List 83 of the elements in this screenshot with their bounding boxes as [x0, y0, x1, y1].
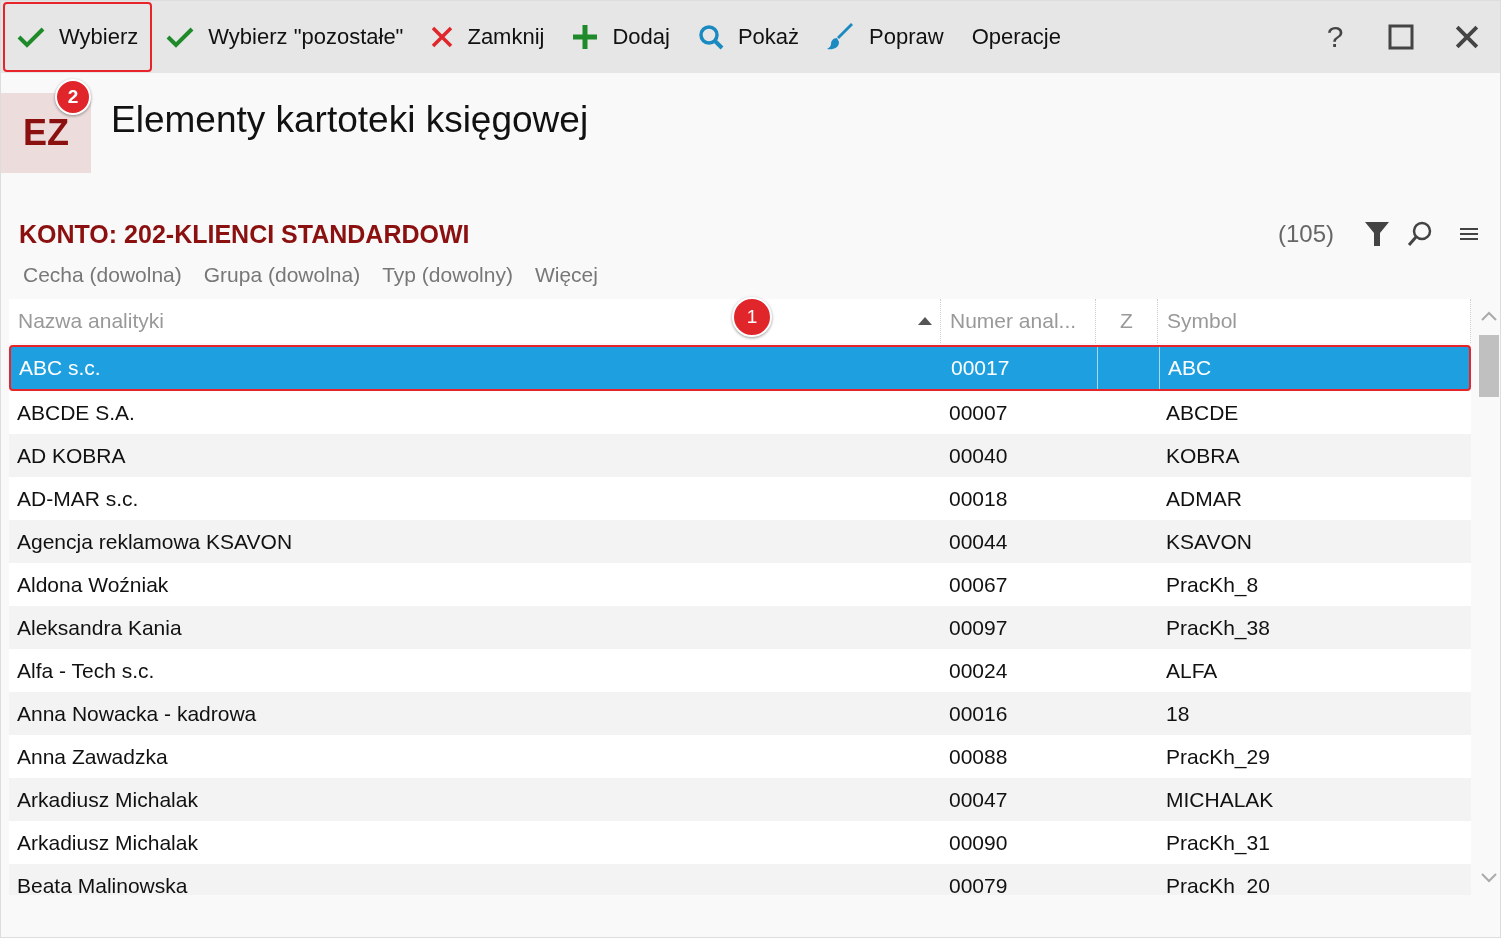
- search-icon: [1406, 220, 1434, 248]
- table-cell-text: PracKh_20: [1165, 872, 1271, 895]
- toolbar-button[interactable]: Popraw: [813, 2, 958, 72]
- section-heading: KONTO: 202-KLIENCI STANDARDOWI: [19, 219, 471, 249]
- table-cell-text: Beata Malinowska: [16, 872, 189, 895]
- table-cell-text: Agencja reklamowa KSAVON: [16, 528, 294, 555]
- check-icon: [17, 26, 45, 48]
- filter-link[interactable]: Typ (dowolny): [382, 263, 513, 297]
- table-cell-text: 00047: [948, 786, 1009, 813]
- check-icon: [166, 26, 195, 48]
- table-cell-text: 00090: [948, 829, 1009, 856]
- table-cell-text: AD KOBRA: [16, 442, 127, 469]
- table-row[interactable]: Anna Zawadzka 00088 PracKh_29: [9, 735, 1471, 778]
- table-cell-text: ABC: [1167, 355, 1213, 381]
- table-cell-text: ABCDE S.A.: [16, 399, 136, 426]
- toolbar-button[interactable]: Dodaj: [558, 2, 684, 72]
- table-cell-text: PracKh_8: [1165, 571, 1260, 599]
- table-cell-text: KSAVON: [1165, 528, 1253, 555]
- table-cell-text: 00079: [948, 872, 1009, 895]
- maximize-icon: [1388, 24, 1414, 50]
- table-cell-text: MICHALAK: [1165, 786, 1275, 813]
- plus-icon: [572, 24, 599, 50]
- table-row[interactable]: Alfa - Tech s.c. 00024 ALFA: [9, 649, 1471, 692]
- table-cell-text: Aldona Woźniak: [16, 571, 170, 598]
- table-row[interactable]: Arkadiusz Michalak 00047 MICHALAK: [9, 778, 1471, 821]
- table-cell-text: 00097: [948, 614, 1009, 641]
- table-cell-text: Arkadiusz Michalak: [16, 786, 199, 813]
- search-icon: [697, 24, 724, 50]
- menu-icon: [1460, 226, 1478, 242]
- table-cell-text: AD-MAR s.c.: [16, 485, 140, 512]
- table-cell-text: 18: [1165, 700, 1191, 727]
- record-count: (105): [1277, 220, 1334, 248]
- table-cell-text: Anna Nowacka - kadrowa: [16, 700, 258, 727]
- annotation-badge: 1: [732, 297, 772, 337]
- toolbar-button[interactable]: Operacje: [957, 2, 1075, 72]
- table-cell-text: PracKh_38: [1165, 614, 1271, 642]
- table-row[interactable]: AD KOBRA 00040 KOBRA: [9, 434, 1471, 477]
- table-row[interactable]: Anna Nowacka - kadrowa 00016 18: [9, 692, 1471, 735]
- table-cell-text: PracKh_29: [1165, 743, 1271, 771]
- table-cell-text: 00040: [948, 442, 1009, 469]
- table-cell-text: 00018: [948, 485, 1009, 512]
- table-cell-text: Anna Zawadzka: [16, 743, 169, 770]
- table-cell-text: 00016: [948, 700, 1009, 727]
- table-cell-text: PracKh_31: [1165, 829, 1271, 857]
- table-cell: 00017: [943, 347, 1098, 389]
- table-cell-text: 00044: [948, 528, 1009, 555]
- brush-icon: [827, 23, 856, 51]
- filter-icon: [1364, 221, 1390, 247]
- table-cell-text: 00088: [948, 743, 1009, 770]
- toolbar-button[interactable]: Wybierz "pozostałe": [152, 2, 418, 72]
- window-title: Elementy kartoteki księgowej: [111, 99, 589, 141]
- column-header[interactable]: Nazwa analityki 1: [9, 299, 941, 343]
- table-cell-text: Alfa - Tech s.c.: [16, 657, 156, 684]
- table-cell-text: ALFA: [1165, 657, 1219, 684]
- toolbar-button[interactable]: Pokaż: [683, 2, 814, 72]
- table-cell-text: ADMAR: [1165, 485, 1243, 512]
- scroll-down-icon: [1481, 873, 1497, 883]
- table-row[interactable]: AD-MAR s.c. 00018 ADMAR: [9, 477, 1471, 520]
- scroll-up-icon: [1481, 311, 1497, 321]
- filter-link[interactable]: Cecha (dowolna): [23, 263, 182, 297]
- close-icon: [431, 26, 454, 48]
- table-cell-text: ABC s.c.: [18, 355, 102, 381]
- table-cell-text: Arkadiusz Michalak: [16, 829, 199, 856]
- table-row[interactable]: Aldona Woźniak 00067 PracKh_8: [9, 563, 1471, 606]
- table-row[interactable]: Arkadiusz Michalak 00090 PracKh_31: [9, 821, 1471, 864]
- table-cell-text: 00067: [948, 571, 1009, 598]
- table-cell-text: 00024: [948, 657, 1009, 684]
- close-icon: [1455, 25, 1479, 49]
- filter-link[interactable]: Więcej: [534, 263, 598, 297]
- table-cell-text: KOBRA: [1165, 442, 1241, 469]
- filter-link[interactable]: Grupa (dowolna): [203, 263, 361, 297]
- help-button[interactable]: ?: [1302, 2, 1368, 72]
- toolbar-button[interactable]: Zamknij: [417, 2, 559, 72]
- table-cell-text: 00007: [948, 399, 1009, 426]
- table-row[interactable]: Beata Malinowska 00079 PracKh_20: [9, 864, 1471, 895]
- toolbar-button[interactable]: Wybierz: [3, 2, 153, 72]
- table-row[interactable]: Aleksandra Kania 00097 PracKh_38: [9, 606, 1471, 649]
- table-row[interactable]: Agencja reklamowa KSAVON 00044 KSAVON: [9, 520, 1471, 563]
- table-cell-text: ABCDE: [1165, 399, 1240, 426]
- annotation-badge: 2: [55, 79, 91, 115]
- scroll-thumb[interactable]: [1479, 335, 1499, 397]
- table-cell-text: Aleksandra Kania: [16, 614, 183, 641]
- table-row[interactable]: ABCDE S.A. 00007 ABCDE: [9, 391, 1471, 434]
